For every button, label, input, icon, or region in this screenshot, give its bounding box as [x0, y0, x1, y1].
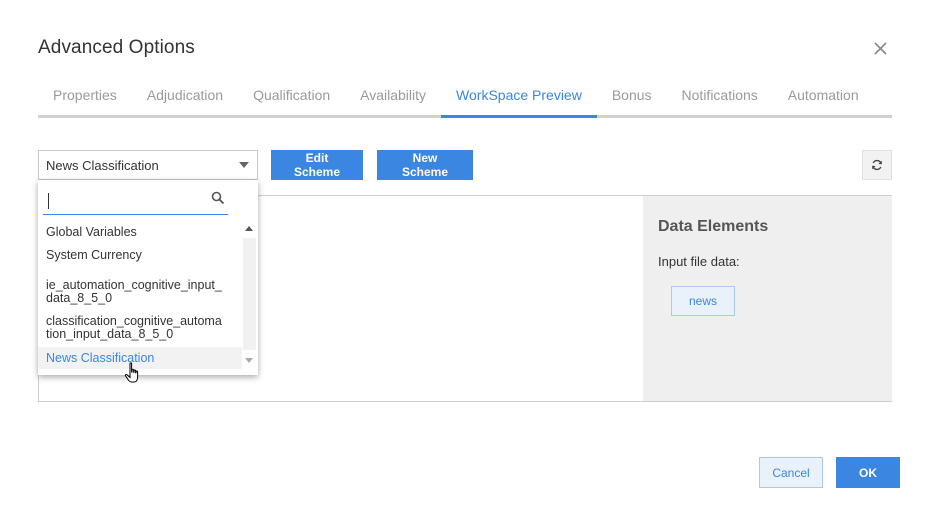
refresh-icon [872, 159, 882, 171]
dropdown-option-classification-cognitive[interactable]: classification_cognitive_automa tion_inp… [38, 315, 242, 341]
data-elements-title: Data Elements [658, 218, 769, 235]
hand-pointer-icon [124, 362, 139, 383]
tab-workspace-preview[interactable]: WorkSpace Preview [441, 78, 597, 118]
scheme-dropdown-menu: Global Variables System Currency ie_auto… [38, 180, 258, 375]
scheme-select-value: News Classification [46, 158, 159, 173]
tab-properties[interactable]: Properties [38, 78, 132, 118]
scrollbar-thumb[interactable] [243, 238, 256, 350]
input-file-data-label: Input file data: [658, 254, 740, 269]
dropdown-option-global-variables[interactable]: Global Variables [38, 226, 242, 239]
new-scheme-button[interactable]: New Scheme [377, 150, 473, 180]
close-icon[interactable] [872, 40, 889, 57]
tab-adjudication[interactable]: Adjudication [132, 78, 238, 118]
chevron-down-icon [239, 162, 249, 168]
dropdown-option-list: Global Variables System Currency ie_auto… [38, 220, 242, 370]
ok-button[interactable]: OK [836, 457, 900, 488]
dropdown-scrollbar[interactable] [242, 220, 257, 370]
tab-availability[interactable]: Availability [345, 78, 441, 118]
advanced-options-dialog: Advanced Options Properties Adjudication… [0, 0, 929, 526]
data-element-chip-news[interactable]: news [671, 286, 735, 316]
tab-bar: Properties Adjudication Qualification Av… [38, 78, 892, 118]
dialog-title: Advanced Options [38, 37, 195, 58]
cancel-button[interactable]: Cancel [759, 457, 823, 488]
search-icon [211, 191, 225, 205]
dropdown-search [43, 185, 228, 215]
tab-bonus[interactable]: Bonus [597, 78, 667, 118]
dropdown-option-system-currency[interactable]: System Currency [38, 249, 242, 262]
tab-notifications[interactable]: Notifications [667, 78, 773, 118]
text-cursor [48, 193, 49, 209]
data-elements-panel: Data Elements Input file data: news [643, 196, 892, 401]
tab-automation[interactable]: Automation [773, 78, 874, 118]
dropdown-option-ie-automation[interactable]: ie_automation_cognitive_input_ data_8_5_… [38, 279, 242, 305]
refresh-button[interactable] [862, 150, 892, 180]
tab-qualification[interactable]: Qualification [238, 78, 345, 118]
scroll-up-icon[interactable] [245, 226, 253, 231]
scroll-down-icon[interactable] [245, 358, 253, 363]
scheme-select[interactable]: News Classification [38, 150, 258, 180]
edit-scheme-button[interactable]: Edit Scheme [271, 150, 363, 180]
dropdown-search-input[interactable] [43, 190, 203, 210]
